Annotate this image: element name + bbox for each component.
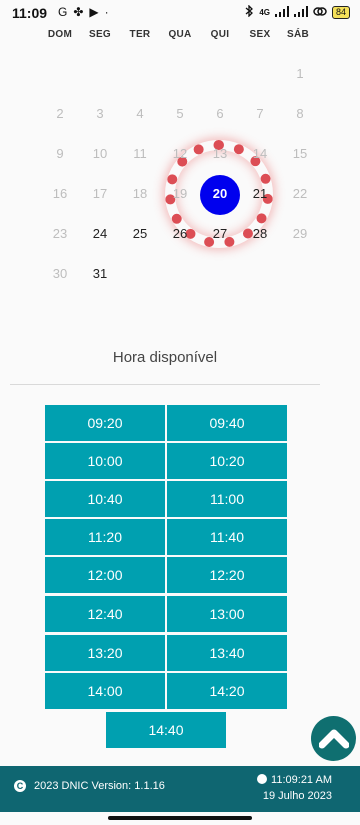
time-slot-button[interactable]: 09:40 (167, 405, 287, 441)
time-slot-button[interactable]: 12:00 (45, 557, 165, 593)
footer-copyright: C 2023 DNIC Version: 1.1.16 (14, 780, 165, 792)
footer-clock: 11:09:21 AM (271, 774, 332, 786)
calendar-day[interactable]: 25 (120, 219, 160, 249)
time-slot-button[interactable]: 13:20 (45, 635, 165, 671)
calendar-day: 6 (216, 106, 224, 121)
calendar-day: 10 (92, 146, 108, 161)
footer-datetime: 11:09:21 AM 19 Julho 2023 (257, 772, 332, 804)
calendar-day: 1 (296, 66, 304, 81)
calendar-day: 8 (296, 106, 304, 121)
gesture-nav-bar (0, 812, 360, 825)
calendar-day: 4 (136, 106, 144, 121)
time-slot-button[interactable]: 14:40 (106, 712, 226, 748)
calendar-day: 22 (292, 186, 308, 201)
calendar-day[interactable]: 27 (200, 219, 240, 249)
calendar-day: 30 (52, 266, 68, 281)
calendar-day[interactable]: 24 (80, 219, 120, 249)
copyright-icon: C (14, 780, 26, 792)
time-slot-button[interactable]: 12:40 (45, 596, 165, 632)
calendar-day: 3 (96, 106, 104, 121)
calendar-day: 2 (56, 106, 64, 121)
calendar-day[interactable]: 31 (80, 259, 120, 289)
time-slot-button[interactable]: 10:40 (45, 481, 165, 517)
calendar-day: 14 (252, 146, 268, 161)
section-divider (10, 384, 320, 385)
scroll-top-button[interactable] (311, 716, 356, 761)
calendar-day[interactable]: 28 (240, 219, 280, 249)
calendar-day-selected[interactable]: 20 (200, 179, 240, 209)
calendar-day: 16 (52, 186, 68, 201)
calendar-grid: 1 2 3 4 5 6 7 8 9 10 11 12 13 14 15 16 17 18 19 20 21 22 23 24 2… (0, 0, 360, 300)
time-slot-button[interactable]: 10:00 (45, 443, 165, 479)
calendar-day: 19 (172, 186, 188, 201)
calendar-day: 23 (52, 226, 68, 241)
time-slot-button[interactable]: 14:20 (167, 673, 287, 709)
time-slot-button[interactable]: 13:00 (167, 596, 287, 632)
clock-icon (257, 774, 268, 784)
calendar-day: 13 (212, 146, 228, 161)
available-hours-title: Hora disponível (112, 349, 218, 366)
footer: C 2023 DNIC Version: 1.1.16 11:09:21 AM … (0, 766, 360, 812)
calendar-day: 17 (92, 186, 108, 201)
calendar-day: 15 (292, 146, 308, 161)
time-slot-button[interactable]: 12:20 (167, 557, 287, 593)
time-slot-button[interactable]: 09:20 (45, 405, 165, 441)
calendar-day: 12 (172, 146, 188, 161)
time-slot-button[interactable]: 10:20 (167, 443, 287, 479)
chevron-up-icon (319, 729, 349, 749)
calendar-day: 18 (132, 186, 148, 201)
calendar-day: 11 (133, 146, 147, 161)
calendar-day[interactable]: 21 (240, 179, 280, 209)
time-slot-button[interactable]: 14:00 (45, 673, 165, 709)
copyright-text: 2023 DNIC Version: 1.1.16 (34, 780, 165, 792)
time-slot-button[interactable]: 11:20 (45, 519, 165, 555)
calendar-day: 9 (56, 146, 64, 161)
calendar-day: 5 (176, 106, 184, 121)
time-slot-button[interactable]: 11:00 (167, 481, 287, 517)
footer-date: 19 Julho 2023 (262, 790, 332, 802)
calendar-day: 7 (256, 106, 264, 121)
time-slot-button[interactable]: 13:40 (167, 635, 287, 671)
calendar-day: 29 (292, 226, 308, 241)
time-slot-button[interactable]: 11:40 (167, 519, 287, 555)
home-handle[interactable] (108, 816, 252, 820)
calendar-day[interactable]: 26 (160, 219, 200, 249)
